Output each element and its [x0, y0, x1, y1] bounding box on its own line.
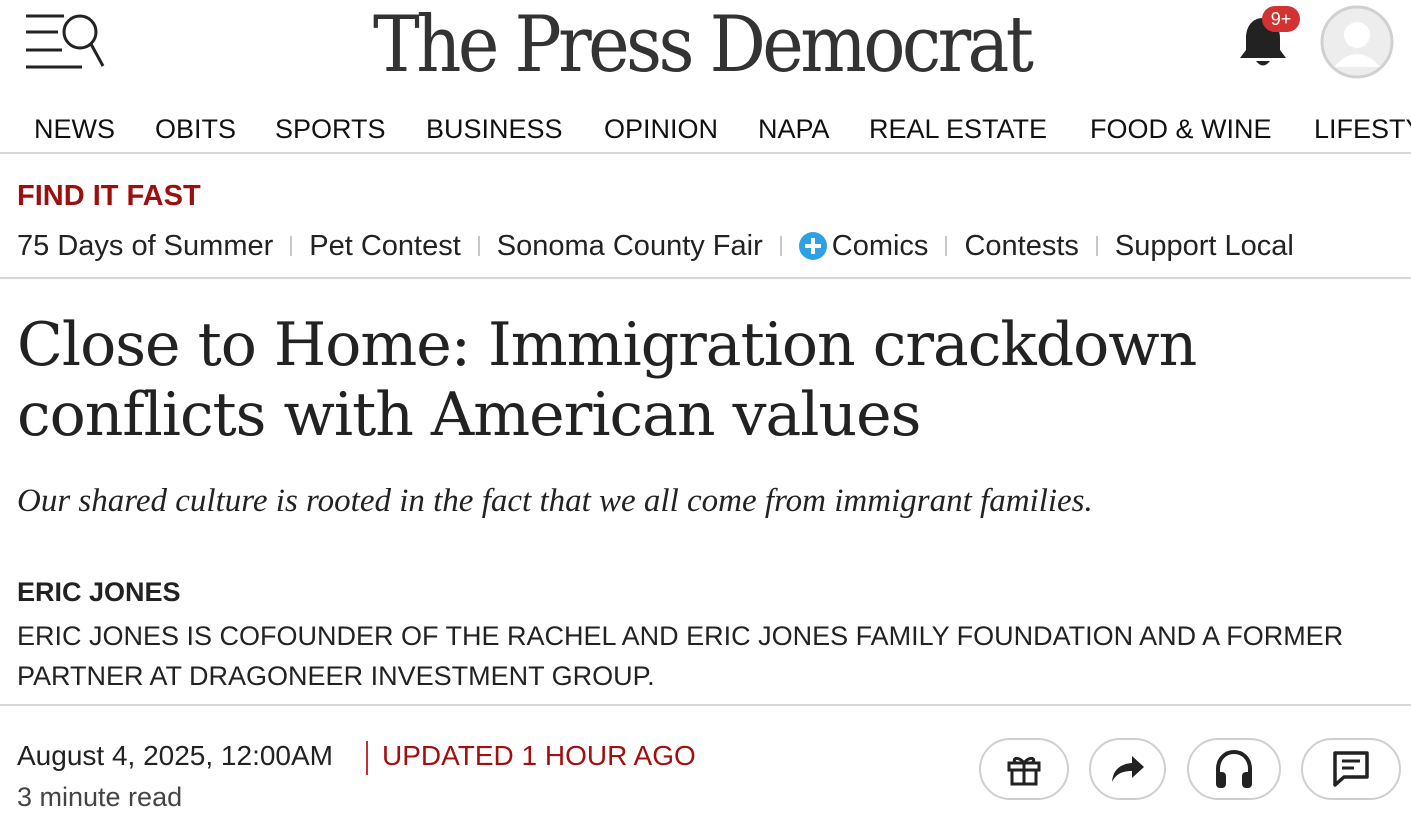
- article-subhead: Our shared culture is rooted in the fact…: [17, 483, 1093, 519]
- link-separator: [945, 236, 948, 256]
- site-header: The Press Democrat 9+: [0, 0, 1411, 95]
- user-avatar-icon[interactable]: [1320, 5, 1394, 79]
- gift-icon: [1007, 756, 1041, 786]
- quick-link-contests[interactable]: Contests: [964, 230, 1078, 263]
- quick-link-comics[interactable]: Comics: [832, 230, 929, 263]
- author-bio: ERIC JONES IS COFOUNDER OF THE RACHEL AN…: [17, 621, 1344, 691]
- comment-icon: [1333, 751, 1369, 787]
- nav-item-opinion[interactable]: OPINION: [604, 114, 718, 145]
- quick-link-pet-contest[interactable]: Pet Contest: [309, 230, 461, 263]
- plus-circle-icon: [798, 232, 827, 260]
- comment-button[interactable]: [1301, 738, 1401, 800]
- quick-link-county-fair[interactable]: Sonoma County Fair: [497, 230, 763, 263]
- share-button[interactable]: [1089, 738, 1166, 800]
- nav-item-sports[interactable]: SPORTS: [275, 114, 386, 145]
- publish-date: August 4, 2025, 12:00AM: [17, 740, 333, 771]
- nav-item-food-wine[interactable]: FOOD & WINE: [1090, 114, 1272, 145]
- nav-item-business[interactable]: BUSINESS: [426, 114, 563, 145]
- quick-link-support-local[interactable]: Support Local: [1115, 230, 1294, 263]
- nav-item-obits[interactable]: OBITS: [155, 114, 236, 145]
- link-separator: [1095, 236, 1098, 256]
- updated-label: UPDATED 1 HOUR AGO: [382, 740, 696, 771]
- section-divider: [0, 277, 1411, 279]
- link-separator: [290, 236, 293, 256]
- find-it-fast-links: 75 Days of Summer Pet Contest Sonoma Cou…: [17, 226, 1294, 266]
- gift-button[interactable]: [979, 738, 1069, 800]
- notification-badge: 9+: [1262, 6, 1300, 32]
- main-nav: NEWS OBITS SPORTS BUSINESS OPINION NAPA …: [0, 104, 1411, 154]
- byline-divider: [0, 704, 1411, 706]
- site-logo[interactable]: The Press Democrat: [373, 2, 1034, 88]
- quick-link-75-days[interactable]: 75 Days of Summer: [17, 230, 273, 263]
- nav-item-lifestyle[interactable]: LIFESTYLE: [1314, 114, 1411, 145]
- headphones-icon: [1216, 749, 1252, 788]
- listen-button[interactable]: [1187, 738, 1281, 800]
- link-separator: [477, 236, 480, 256]
- date-separator: [366, 741, 368, 775]
- read-time: 3 minute read: [17, 782, 183, 812]
- link-separator: [779, 236, 782, 256]
- nav-item-napa[interactable]: NAPA: [758, 114, 830, 145]
- article-headline: Close to Home: Immigration crackdown con…: [17, 310, 1197, 450]
- nav-item-real-estate[interactable]: REAL ESTATE: [869, 114, 1047, 145]
- menu-search-icon[interactable]: [24, 12, 106, 72]
- find-it-fast-title: FIND IT FAST: [17, 180, 201, 212]
- author-name[interactable]: ERIC JONES: [17, 577, 181, 608]
- share-icon: [1111, 756, 1144, 782]
- nav-item-news[interactable]: NEWS: [34, 114, 115, 145]
